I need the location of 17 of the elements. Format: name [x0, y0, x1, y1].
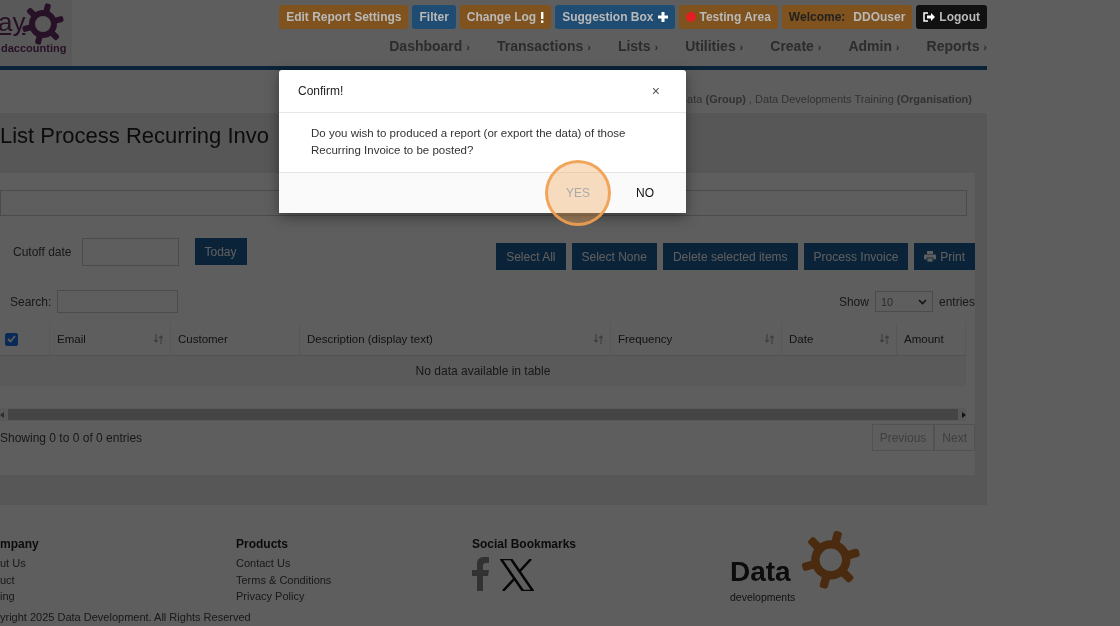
user-name: DDOuser — [853, 10, 906, 24]
footer-heading: Social Bookmarks — [472, 537, 578, 551]
brand-name: Data — [730, 556, 791, 589]
entries-label: entries — [938, 294, 975, 309]
search-label: Search: — [10, 294, 52, 309]
logo-subtext: daccounting — [1, 42, 68, 54]
table-info: Showing 0 to 0 of 0 entries — [0, 430, 143, 445]
copyright-text: yright 2025 Data Development. All Rights Reserved — [0, 610, 252, 623]
dialog-message: Do you wish to produced a report (or export the data) of those Recurring Invoice to be posted? — [311, 126, 627, 158]
footer-heading: Products — [236, 537, 289, 551]
cutoff-date-label: Cutoff date — [13, 244, 72, 259]
dialog-title: Confirm! — [298, 84, 344, 98]
show-label: Show — [838, 294, 869, 309]
brand-tagline: developments — [730, 590, 797, 605]
page-title: List Process Recurring Invo — [0, 122, 269, 150]
empty-table-message: No data available in table — [0, 356, 966, 386]
footer-heading: mpany — [0, 537, 40, 551]
